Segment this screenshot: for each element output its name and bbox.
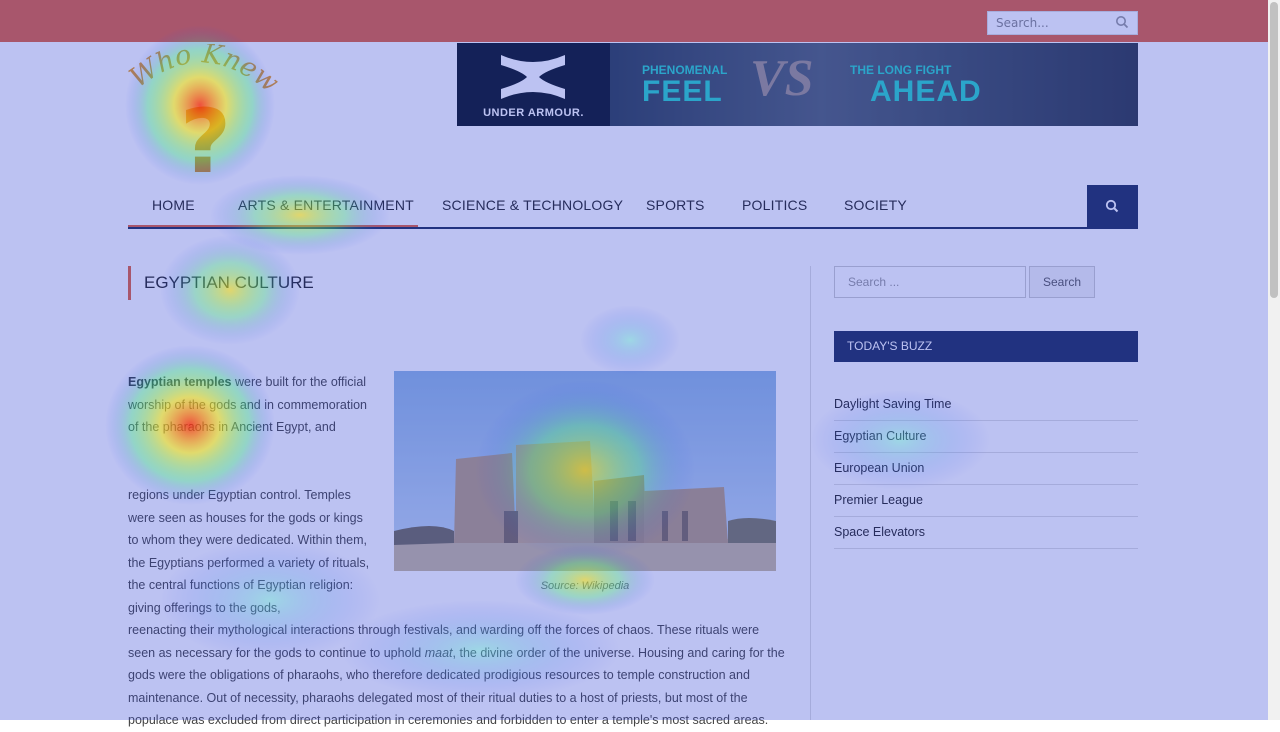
article-paragraph-2b: reenacting their mythological interactio… [128,619,788,732]
page-title: EGYPTIAN CULTURE [144,273,314,292]
banner-vs: VS [750,50,814,107]
temple-photo [394,371,776,571]
ua-brand-block: UNDER ARMOUR. [457,43,610,126]
buzz-item-european-union[interactable]: European Union [834,453,1138,485]
ua-brand-text: UNDER ARMOUR. [483,107,584,119]
nav-home[interactable]: HOME [152,197,195,213]
article-paragraph-2a: regions under Egyptian control. Temples … [128,488,370,615]
search-icon [1105,199,1119,213]
logo-graphic: Who Knew ? [124,38,284,193]
nav-arts-entertainment[interactable]: ARTS & ENTERTAINMENT [238,197,414,213]
nav-search-button[interactable] [1087,185,1138,227]
sidebar-search-input[interactable]: Search ... [834,266,1026,298]
nav-sports[interactable]: SPORTS [646,197,705,213]
nav-society[interactable]: SOCIETY [844,197,907,213]
top-bar: Search... [0,0,1268,42]
sidebar-search-button[interactable]: Search [1029,266,1095,298]
main-nav: HOME ARTS & ENTERTAINMENT SCIENCE & TECH… [128,185,1138,229]
banner-ad[interactable]: UNDER ARMOUR. PHENOMENAL FEEL VS THE LON… [457,43,1138,126]
image-caption: Source: Wikipedia [540,580,630,592]
buzz-item-daylight-saving-time[interactable]: Daylight Saving Time [834,389,1138,421]
buzz-item-egyptian-culture[interactable]: Egyptian Culture [834,421,1138,453]
top-search-input[interactable]: Search... [987,11,1138,35]
buzz-item-premier-league[interactable]: Premier League [834,485,1138,517]
logo-question-mark: ? [180,90,231,184]
banner-slogan: PHENOMENAL FEEL VS THE LONG FIGHT AHEAD [610,43,1138,126]
scroll-thumb[interactable] [1270,2,1278,298]
buzz-item-space-elevators[interactable]: Space Elevators [834,517,1138,549]
article-lead-bold: Egyptian temples [128,375,232,389]
page-title-block: EGYPTIAN CULTURE [128,266,314,300]
nav-politics[interactable]: POLITICS [742,197,807,213]
todays-buzz-list: Daylight Saving Time Egyptian Culture Eu… [834,389,1138,549]
todays-buzz-heading: TODAY'S BUZZ [834,331,1138,362]
nav-science-technology[interactable]: SCIENCE & TECHNOLOGY [442,197,623,213]
top-search-placeholder: Search... [996,16,1049,30]
under-armour-logo-icon [501,55,565,99]
sidebar-divider [810,266,811,720]
nav-active-indicator [128,225,418,227]
page-scrollbar[interactable] [1268,0,1280,720]
banner-ahead: AHEAD [870,75,982,108]
article-maat: maat [424,645,453,660]
banner-feel: FEEL [642,75,723,108]
site-logo[interactable]: Who Knew ? [124,38,284,193]
search-icon[interactable] [1115,15,1129,29]
article-paragraph-1: Egyptian temples were built for the offi… [128,371,368,439]
